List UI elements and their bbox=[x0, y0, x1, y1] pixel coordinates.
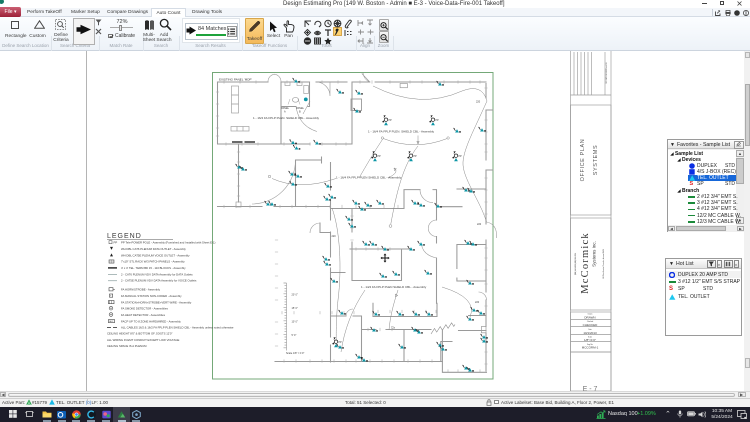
svg-text:McCormick: McCormick bbox=[580, 232, 591, 294]
svg-text:7'x19" STL RACK W/3 PATCH PANE: 7'x19" STL RACK W/3 PATCH PANELS - Assem… bbox=[121, 260, 185, 264]
svg-text:CEILING SPACE IS A PLENUM: CEILING SPACE IS A PLENUM bbox=[107, 344, 147, 348]
svg-text:PP Tele-POWER POLE - Assemb: PP Tele-POWER POLE - Assembly (Furnished… bbox=[121, 240, 215, 244]
svg-text:5' 0": 5' 0" bbox=[292, 334, 297, 337]
svg-text:(800) 444-4890 (480) 855-891: (800) 444-4890 (480) 855-8914 bbox=[575, 253, 577, 275]
svg-text:SYSTEMS: SYSTEMS bbox=[593, 145, 599, 175]
svg-text:ALL CABLES 16/2 & 16/2 FA FPLP: ALL CABLES 16/2 & 16/2 FA FPLP PLEN SHIE… bbox=[121, 326, 234, 330]
svg-text:A: A bbox=[27, 400, 30, 405]
svg-text:CEILING HEIGHT 8'0" & BOTTOM O: CEILING HEIGHT 8'0" & BOTTOM OF JOISTS 1… bbox=[107, 332, 172, 336]
svg-text:20' 0": 20' 0" bbox=[292, 294, 298, 297]
svg-text:EXISTING PANEL 'MDP': EXISTING PANEL 'MDP' bbox=[219, 78, 252, 82]
svg-text:220: 220 bbox=[476, 101, 481, 104]
svg-text:NO. DATE REVISION and SH: NO. DATE REVISION and SH bbox=[605, 62, 608, 84]
svg-text:1 - 14/4 FA FPLP PLEN SHIELD: 1 - 14/4 FA FPLP PLEN SHIELD CBL - Assem… bbox=[361, 285, 427, 289]
svg-text:149 West Boston Chandler, Ar: 149 West Boston Chandler, Arizona 85225 bbox=[602, 249, 605, 279]
svg-text:ALL WIRING IN EMT CONDUIT EXCE: ALL WIRING IN EMT CONDUIT EXCEPT LOW VOL… bbox=[107, 338, 180, 342]
svg-text:FA STATION+HORN+STROBE+VERT WI: FA STATION+HORN+STROBE+VERT WIRE - Assem… bbox=[121, 300, 192, 304]
svg-text:CHECKED: CHECKED bbox=[583, 323, 599, 327]
svg-text:220: 220 bbox=[475, 301, 480, 304]
svg-text:PP: PP bbox=[114, 240, 118, 244]
svg-text:1/8"=1'0": 1/8"=1'0" bbox=[584, 338, 596, 342]
svg-text:Scale 1/8" = 1'0": Scale 1/8" = 1'0" bbox=[286, 352, 304, 355]
svg-text:220: 220 bbox=[477, 223, 482, 226]
svg-text:15' 0": 15' 0" bbox=[292, 307, 298, 310]
svg-text:FACP UP TO 8 ZONE HARDWIRED -: FACP UP TO 8 ZONE HARDWIRED - Assembly bbox=[121, 319, 181, 323]
svg-text:10' 0": 10' 0" bbox=[292, 321, 298, 324]
svg-text:WH DBL CAT5E PLENUM VOICE OUTL: WH DBL CAT5E PLENUM VOICE OUTLET - Assem… bbox=[121, 253, 190, 257]
svg-text:LEGEND: LEGEND bbox=[107, 233, 142, 240]
svg-text:1 - 16/4 FA FPLP PLEN. SHIELD: 1 - 16/4 FA FPLP PLEN. SHIELD CBL - Asse… bbox=[253, 116, 320, 120]
svg-text:Systems Inc.: Systems Inc. bbox=[592, 241, 597, 267]
svg-text:FA SMOKE DETECTOR - Assembli: FA SMOKE DETECTOR - Assemblies bbox=[121, 307, 168, 311]
svg-text:10/1/2013: 10/1/2013 bbox=[583, 331, 597, 335]
svg-text:DRAWN: DRAWN bbox=[584, 316, 595, 320]
svg-text:2 - CAT6 PLENUM VDV DATA Assem: 2 - CAT6 PLENUM VDV DATA Assembly for DA… bbox=[121, 273, 193, 277]
svg-text:WH DBL CAT6 PLENUM DATA OUTLET: WH DBL CAT6 PLENUM DATA OUTLET - Assembl… bbox=[121, 247, 186, 251]
svg-text:4' x 4' TEL. TERM BD 15 - 110: 4' x 4' TEL. TERM BD 15 - 110 BLOCKS - A… bbox=[121, 266, 186, 270]
svg-text:FACP: FACP bbox=[109, 320, 113, 323]
svg-text:1 - 16/4 FA FPLP PLEN SHIELD: 1 - 16/4 FA FPLP PLEN SHIELD CBL - Assem… bbox=[336, 176, 402, 180]
svg-text:FA HORN/STROBE - Assembly: FA HORN/STROBE - Assembly bbox=[121, 288, 161, 292]
svg-text:OFFICE PLAN: OFFICE PLAN bbox=[580, 139, 586, 182]
svg-text:B: B bbox=[299, 111, 301, 114]
svg-text:F: F bbox=[110, 296, 111, 298]
svg-text:FA HEAT DETECTOR - Assemblie: FA HEAT DETECTOR - Assemblies bbox=[121, 313, 166, 317]
svg-text:220: 220 bbox=[332, 235, 337, 238]
svg-text:MCCORM-1: MCCORM-1 bbox=[582, 346, 599, 350]
svg-text:A: A bbox=[284, 111, 286, 114]
svg-text:1 - 16/4 FA FPLP PLEN. SHIELD: 1 - 16/4 FA FPLP PLEN. SHIELD CBL - Asse… bbox=[368, 130, 435, 134]
svg-text:2 - CAT5E PLENUM VDV DATA Asse: 2 - CAT5E PLENUM VDV DATA Assembly for V… bbox=[121, 279, 197, 283]
svg-text:FA MANUAL STATION NON-CODED -: FA MANUAL STATION NON-CODED - Assembly bbox=[121, 294, 182, 298]
